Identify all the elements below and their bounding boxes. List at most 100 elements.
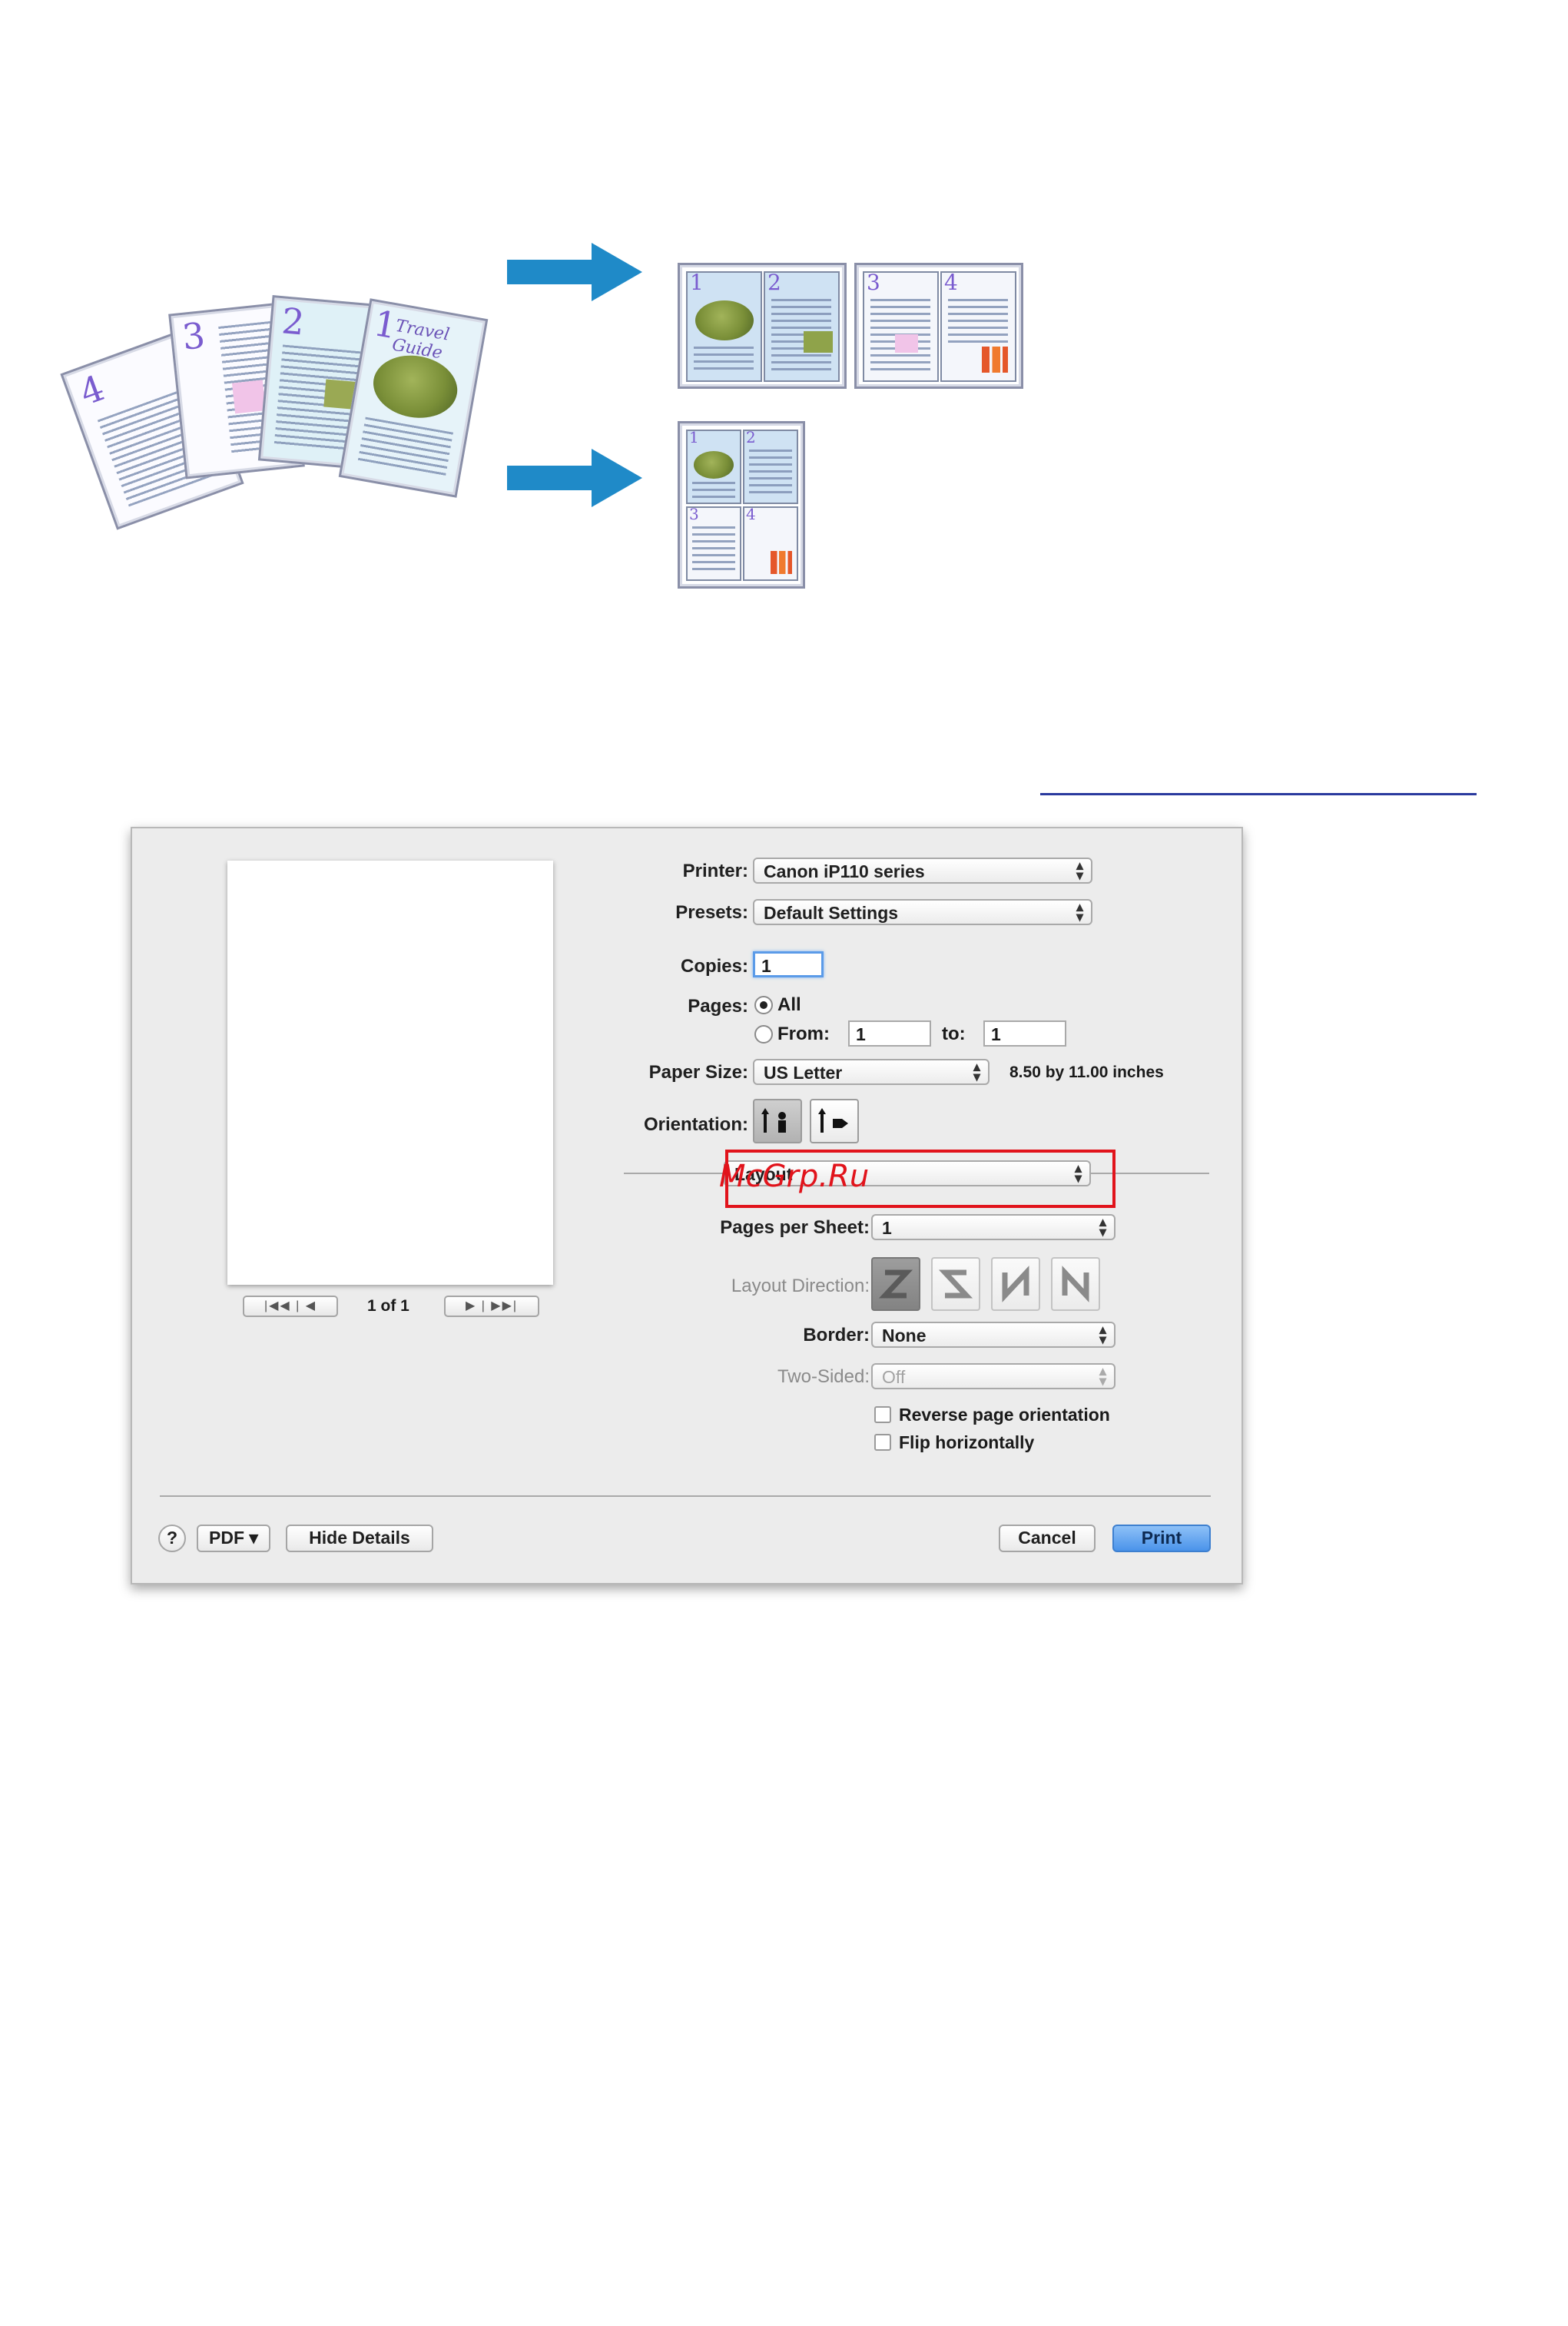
hyperlink-underline[interactable]	[1040, 793, 1477, 795]
page-number: 2	[746, 428, 756, 446]
copies-label: Copies:	[680, 956, 748, 977]
pages-all-label: All	[777, 994, 801, 1015]
page-number: 4	[746, 505, 756, 523]
printer-popup[interactable]: Canon iP110 series ▴ ▾	[753, 858, 1092, 884]
layout-direction-s-button[interactable]	[931, 1257, 980, 1311]
layout-direction-z-button[interactable]	[871, 1257, 920, 1311]
text-lines	[357, 416, 454, 478]
border-label: Border:	[803, 1325, 870, 1345]
pages-per-sheet-value: 1	[882, 1218, 892, 1238]
photo-thumbnail	[804, 331, 833, 353]
updown-arrows-icon: ▴ ▾	[1076, 858, 1083, 883]
page-number: 4	[944, 270, 958, 295]
panel-page-4: 4	[743, 505, 798, 581]
cancel-button[interactable]: Cancel	[999, 1525, 1096, 1552]
pages-from-radio[interactable]	[754, 1025, 773, 1044]
page-number: 3	[180, 314, 207, 358]
presets-value: Default Settings	[764, 903, 899, 923]
result-sheet-2up-a: 1 2	[678, 263, 847, 389]
two-sided-value: Off	[882, 1367, 906, 1387]
panel-page-4: 4	[940, 270, 1016, 382]
text-lines	[948, 299, 1008, 345]
updown-arrows-icon: ▴ ▾	[1076, 899, 1083, 924]
preview-next-last-buttons[interactable]: ▶ | ▶▶|	[444, 1296, 539, 1317]
chart-thumbnail	[231, 380, 266, 414]
preview-first-prev-buttons[interactable]: |◀◀ | ◀	[243, 1296, 338, 1317]
watermark: McGrp.Ru	[719, 1159, 870, 1194]
paper-size-dimensions: 8.50 by 11.00 inches	[1009, 1063, 1164, 1081]
panel-page-1: 1	[686, 428, 741, 504]
pages-to-field[interactable]: 1	[983, 1020, 1066, 1047]
panel-page-3: 3	[863, 270, 939, 382]
updown-arrows-icon: ▴ ▾	[1099, 1322, 1106, 1347]
two-sided-popup[interactable]: Off ▴ ▾	[871, 1363, 1116, 1389]
orientation-label: Orientation:	[644, 1114, 748, 1135]
paper-size-value: US Letter	[764, 1063, 843, 1083]
result-sheet-2up-b: 3 4	[854, 263, 1023, 389]
pages-label: Pages:	[688, 996, 748, 1017]
presets-popup[interactable]: Default Settings ▴ ▾	[753, 899, 1092, 925]
orientation-landscape-button[interactable]	[810, 1099, 859, 1143]
z-direction-icon	[878, 1269, 913, 1299]
bar-chart-thumbnail	[982, 347, 1008, 373]
panel-page-3: 3	[686, 505, 741, 581]
source-pages-stack: 4 3 2 1 Travel Guide	[60, 292, 489, 538]
page-number: 2	[767, 270, 781, 295]
print-button[interactable]: Print	[1112, 1525, 1211, 1552]
reverse-orientation-label: Reverse page orientation	[899, 1405, 1110, 1425]
orientation-portrait-button[interactable]	[753, 1099, 802, 1143]
pdf-menu-button[interactable]: PDF ▾	[197, 1525, 270, 1552]
printer-label: Printer:	[682, 861, 748, 881]
updown-arrows-icon: ▴ ▾	[1099, 1214, 1106, 1239]
page-number: 3	[867, 270, 880, 295]
pages-per-sheet-popup[interactable]: 1 ▴ ▾	[871, 1214, 1116, 1240]
hide-details-button[interactable]: Hide Details	[286, 1525, 433, 1552]
copies-field[interactable]: 1	[753, 951, 824, 977]
paper-size-label: Paper Size:	[648, 1062, 748, 1083]
printer-value: Canon iP110 series	[764, 861, 925, 881]
help-button[interactable]: ?	[158, 1525, 186, 1552]
portrait-orientation-icon	[761, 1108, 786, 1133]
text-lines	[692, 526, 735, 574]
tree-photo	[695, 300, 754, 340]
reverse-orientation-checkbox[interactable]	[874, 1406, 891, 1423]
page-number: 3	[689, 505, 699, 523]
arrow-to-4up-icon	[507, 449, 642, 507]
page-number: 4	[74, 367, 110, 414]
landscape-orientation-icon	[818, 1108, 848, 1133]
pages-all-radio[interactable]	[754, 996, 773, 1014]
bar-chart-thumbnail	[771, 551, 792, 574]
chart-thumbnail	[895, 334, 918, 353]
pages-per-sheet-label: Pages per Sheet:	[720, 1217, 870, 1238]
border-popup[interactable]: None ▴ ▾	[871, 1322, 1116, 1348]
two-sided-label: Two-Sided:	[777, 1366, 870, 1387]
pages-from-field[interactable]: 1	[848, 1020, 931, 1047]
panel-page-2: 2	[764, 270, 840, 382]
text-lines	[692, 482, 735, 499]
tree-photo	[694, 451, 734, 479]
flip-horizontally-label: Flip horizontally	[899, 1432, 1035, 1452]
n-reverse-direction-icon	[1002, 1266, 1029, 1302]
print-preview-page	[227, 861, 553, 1285]
result-sheet-4up: 1 2 3 4	[678, 421, 805, 589]
arrow-to-2up-icon	[507, 243, 642, 301]
paper-size-popup[interactable]: US Letter ▴ ▾	[753, 1059, 990, 1085]
layout-direction-n-button[interactable]	[1051, 1257, 1100, 1311]
panel-page-2: 2	[743, 428, 798, 504]
page-number: 2	[280, 300, 307, 343]
pages-to-label: to:	[942, 1024, 966, 1044]
page-number: 1	[690, 270, 704, 295]
flip-horizontally-checkbox[interactable]	[874, 1434, 891, 1451]
footer-separator	[160, 1495, 1211, 1497]
updown-arrows-icon: ▴ ▾	[1099, 1363, 1106, 1389]
updown-arrows-icon: ▴ ▾	[973, 1059, 980, 1084]
preview-page-indicator: 1 of 1	[367, 1297, 409, 1315]
panel-page-1: 1	[686, 270, 762, 382]
presets-label: Presets:	[675, 902, 748, 923]
border-value: None	[882, 1326, 927, 1345]
print-dialog: |◀◀ | ◀ 1 of 1 ▶ | ▶▶| Printer: Canon iP…	[131, 827, 1243, 1584]
layout-direction-n-reverse-button[interactable]	[991, 1257, 1040, 1311]
text-lines	[749, 450, 792, 497]
n-direction-icon	[1062, 1266, 1089, 1302]
text-lines	[694, 347, 754, 374]
